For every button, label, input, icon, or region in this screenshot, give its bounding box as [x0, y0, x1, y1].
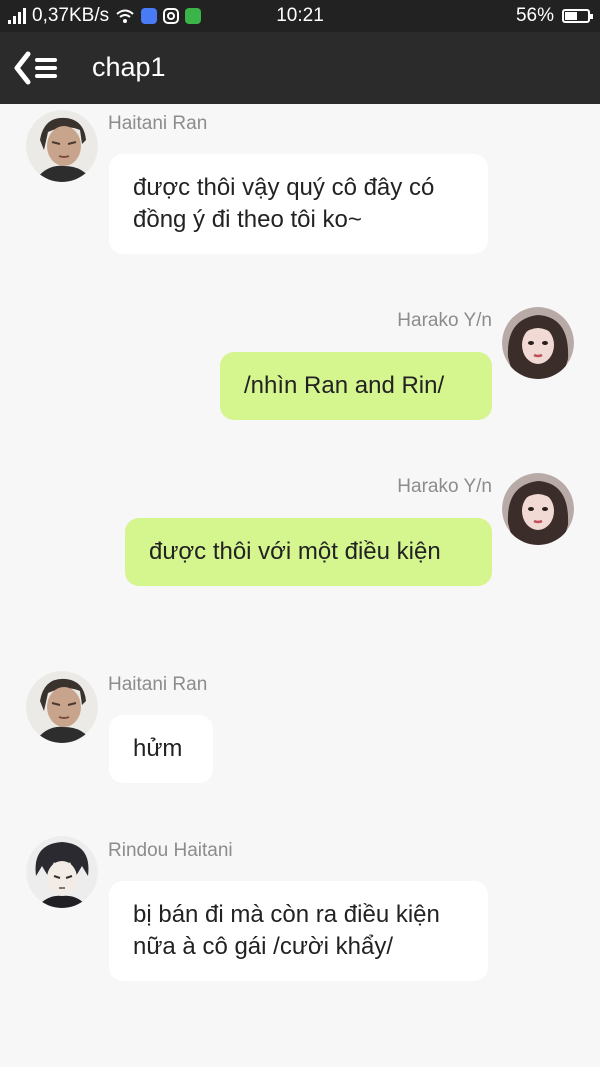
- battery-icon: [562, 9, 593, 23]
- avatar-haitani-ran[interactable]: [26, 110, 98, 182]
- message-bubble: bị bán đi mà còn ra điều kiện nữa à cô g…: [109, 881, 488, 981]
- avatar-harako-yn[interactable]: [502, 473, 574, 545]
- back-button[interactable]: [12, 48, 62, 88]
- message-bubble: hửm: [109, 715, 213, 783]
- message-bubble: /nhìn Ran and Rin/: [220, 352, 492, 420]
- sender-name: Harako Y/n: [397, 310, 492, 331]
- chapter-title: chap1: [92, 52, 166, 82]
- message-bubble: được thôi vậy quý cô đây có đồng ý đi th…: [109, 154, 488, 254]
- sender-name: Haitani Ran: [108, 113, 208, 134]
- back-list-icon: [14, 51, 57, 85]
- battery-percent: 56%: [515, 5, 554, 26]
- sender-name: Haitani Ran: [108, 674, 208, 695]
- sender-name: Harako Y/n: [397, 476, 492, 497]
- clock: 10:21: [276, 5, 324, 26]
- sender-name: Rindou Haitani: [108, 840, 233, 861]
- avatar-harako-yn[interactable]: [502, 307, 574, 379]
- avatar-haitani-ran[interactable]: [26, 671, 98, 743]
- message-bubble: được thôi với một điều kiện: [125, 518, 492, 586]
- status-bar: 0,37KB/s 10:21 56%: [0, 0, 600, 32]
- avatar-rindou-haitani[interactable]: [26, 836, 98, 908]
- app-bar: chap1: [0, 32, 600, 104]
